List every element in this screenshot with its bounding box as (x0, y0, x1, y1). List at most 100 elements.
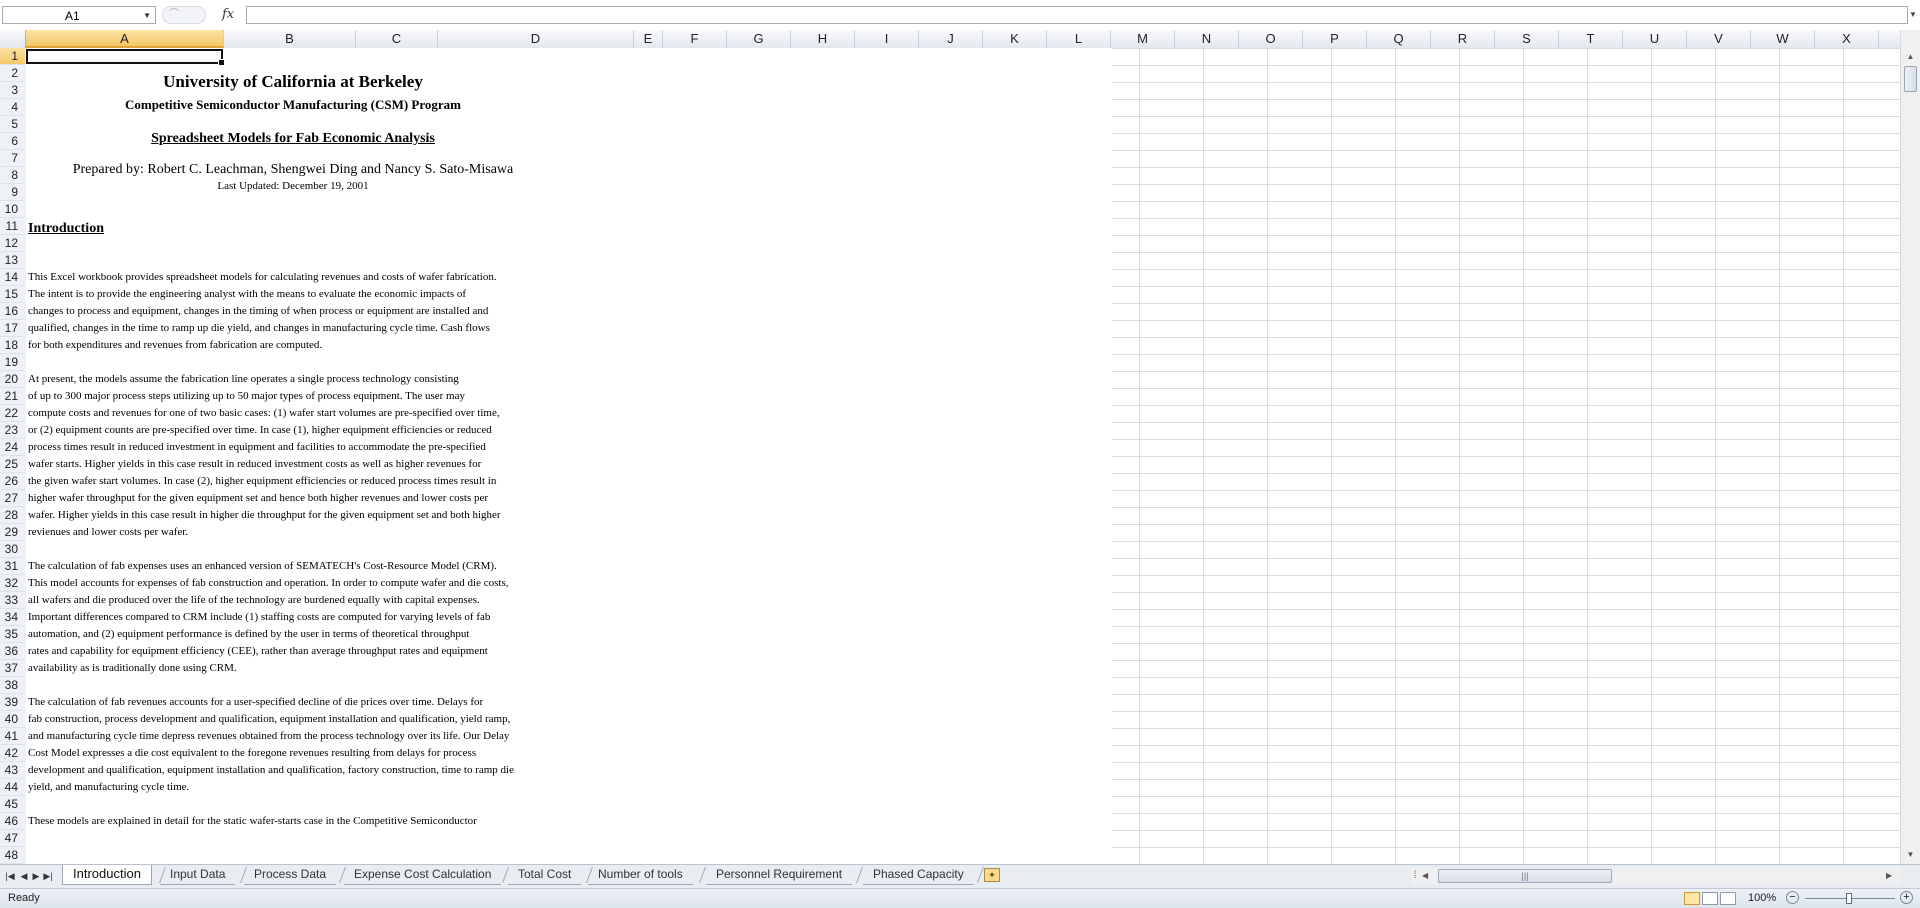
row-header[interactable]: 38 (0, 677, 25, 694)
row-header[interactable]: 9 (0, 184, 25, 201)
column-header-f[interactable]: F (663, 30, 727, 48)
column-header-u[interactable]: U (1623, 30, 1687, 48)
row-header[interactable]: 35 (0, 626, 25, 643)
row-header[interactable]: 39 (0, 694, 25, 711)
row-header[interactable]: 10 (0, 201, 25, 218)
tab-number-of-tools[interactable]: Number of tools (588, 865, 693, 885)
column-header-r[interactable]: R (1431, 30, 1495, 48)
row-header[interactable]: 34 (0, 609, 25, 626)
row-header[interactable]: 43 (0, 762, 25, 779)
page-break-icon[interactable] (1720, 892, 1736, 905)
row-header[interactable]: 31 (0, 558, 25, 575)
tab-introduction[interactable]: Introduction (62, 865, 152, 885)
row-header[interactable]: 27 (0, 490, 25, 507)
column-header-j[interactable]: J (919, 30, 983, 48)
row-header[interactable]: 25 (0, 456, 25, 473)
zoom-level[interactable]: 100% (1748, 892, 1776, 904)
row-header[interactable]: 15 (0, 286, 25, 303)
zoom-slider-thumb[interactable] (1846, 893, 1852, 904)
cell-grid[interactable]: University of California at Berkeley Com… (26, 48, 1900, 864)
column-header-v[interactable]: V (1687, 30, 1751, 48)
row-header[interactable]: 28 (0, 507, 25, 524)
tab-input-data[interactable]: Input Data (160, 865, 236, 885)
row-header[interactable]: 46 (0, 813, 25, 830)
column-header-i[interactable]: I (855, 30, 919, 48)
column-header-q[interactable]: Q (1367, 30, 1431, 48)
column-header-w[interactable]: W (1751, 30, 1815, 48)
row-header[interactable]: 40 (0, 711, 25, 728)
select-all-corner[interactable] (0, 30, 26, 48)
tab-phased-capacity[interactable]: Phased Capacity (863, 865, 974, 885)
name-box[interactable]: A1 ▼ (2, 6, 156, 24)
scroll-up-icon[interactable]: ▲ (1903, 50, 1918, 64)
row-header[interactable]: 32 (0, 575, 25, 592)
row-header[interactable]: 30 (0, 541, 25, 558)
row-header[interactable]: 11 (0, 218, 25, 235)
row-header[interactable]: 33 (0, 592, 25, 609)
row-header[interactable]: 23 (0, 422, 25, 439)
column-header-b[interactable]: B (224, 30, 356, 48)
scroll-left-icon[interactable]: ◀ (1422, 868, 1434, 884)
row-header[interactable]: 1 (0, 48, 25, 65)
row-header[interactable]: 45 (0, 796, 25, 813)
last-sheet-icon[interactable]: ▶| (42, 869, 54, 883)
row-header[interactable]: 42 (0, 745, 25, 762)
formula-bar-grip-icon[interactable]: ⌒ (162, 6, 206, 24)
horizontal-scroll-thumb[interactable]: ||| (1438, 869, 1612, 883)
row-header[interactable]: 2 (0, 65, 25, 82)
row-header[interactable]: 6 (0, 133, 25, 150)
column-header-e[interactable]: E (634, 30, 663, 48)
horizontal-scrollbar[interactable]: ⁞ ◀ ||| ▶ (1412, 868, 1900, 884)
row-header[interactable]: 36 (0, 643, 25, 660)
column-header-t[interactable]: T (1559, 30, 1623, 48)
column-header-a[interactable]: A (26, 30, 224, 48)
tab-process-data[interactable]: Process Data (244, 865, 337, 885)
expand-formula-bar-icon[interactable]: ▼ (1908, 6, 1918, 24)
column-header-p[interactable]: P (1303, 30, 1367, 48)
prev-sheet-icon[interactable]: ◀ (18, 869, 30, 883)
row-header[interactable]: 24 (0, 439, 25, 456)
column-header-k[interactable]: K (983, 30, 1047, 48)
column-header-m[interactable]: M (1111, 30, 1175, 48)
tab-expense-cost-calculation[interactable]: Expense Cost Calculation (344, 865, 502, 885)
row-header[interactable]: 21 (0, 388, 25, 405)
normal-view-icon[interactable] (1684, 892, 1700, 905)
row-header[interactable]: 12 (0, 235, 25, 252)
row-header[interactable]: 17 (0, 320, 25, 337)
column-header-c[interactable]: C (356, 30, 438, 48)
row-header[interactable]: 47 (0, 830, 25, 847)
column-header-x[interactable]: X (1815, 30, 1879, 48)
vertical-scroll-thumb[interactable] (1904, 66, 1917, 92)
page-layout-icon[interactable] (1702, 892, 1718, 905)
formula-input[interactable] (246, 6, 1908, 24)
row-header[interactable]: 18 (0, 337, 25, 354)
scroll-right-icon[interactable]: ▶ (1886, 868, 1898, 884)
column-header-n[interactable]: N (1175, 30, 1239, 48)
function-icon[interactable]: fx (222, 7, 234, 22)
row-header[interactable]: 22 (0, 405, 25, 422)
column-header-l[interactable]: L (1047, 30, 1111, 48)
row-header[interactable]: 29 (0, 524, 25, 541)
row-header[interactable]: 44 (0, 779, 25, 796)
column-header-g[interactable]: G (727, 30, 791, 48)
new-sheet-icon[interactable]: ✦ (984, 868, 1000, 882)
zoom-out-icon[interactable]: − (1786, 891, 1799, 904)
row-header[interactable]: 3 (0, 82, 25, 99)
row-header[interactable]: 48 (0, 847, 25, 864)
row-header[interactable]: 26 (0, 473, 25, 490)
row-header[interactable]: 4 (0, 99, 25, 116)
tab-split-handle-icon[interactable]: ⁞ (1412, 868, 1418, 884)
tab-personnel-requirement[interactable]: Personnel Requirement (706, 865, 853, 885)
tab-total-cost[interactable]: Total Cost (508, 865, 582, 885)
row-header[interactable]: 14 (0, 269, 25, 286)
selected-cell-a1[interactable] (26, 49, 225, 66)
row-header[interactable]: 8 (0, 167, 25, 184)
row-header[interactable]: 13 (0, 252, 25, 269)
column-header-d[interactable]: D (438, 30, 634, 48)
row-header[interactable]: 16 (0, 303, 25, 320)
row-header[interactable]: 7 (0, 150, 25, 167)
column-header-h[interactable]: H (791, 30, 855, 48)
row-header[interactable]: 19 (0, 354, 25, 371)
scroll-down-icon[interactable]: ▼ (1903, 848, 1918, 862)
vertical-scrollbar[interactable]: ▲ ▼ (1900, 30, 1920, 864)
